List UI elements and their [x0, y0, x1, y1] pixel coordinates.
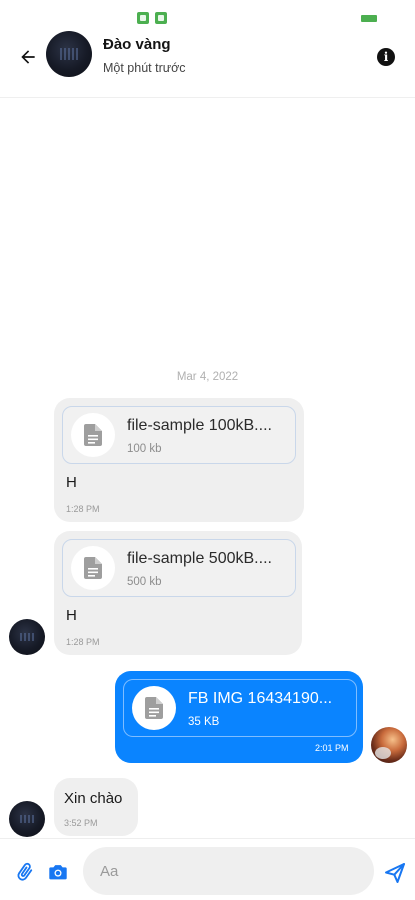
- send-button[interactable]: [383, 861, 407, 885]
- message-time: 1:28 PM: [66, 504, 100, 514]
- file-attachment[interactable]: file-sample 100kB.... 100 kb: [62, 406, 296, 464]
- message-text: H: [66, 474, 77, 491]
- file-icon-circle: [132, 686, 176, 730]
- file-icon-circle: [71, 413, 115, 457]
- contact-avatar-small[interactable]: [9, 801, 45, 837]
- battery-icon: [361, 15, 377, 22]
- user-avatar[interactable]: [371, 727, 407, 763]
- file-attachment[interactable]: FB IMG 16434190... 35 KB: [123, 679, 357, 737]
- contact-name[interactable]: Đào vàng: [103, 36, 171, 53]
- message-text: H: [66, 607, 77, 624]
- document-icon: [84, 424, 102, 446]
- arrow-left-icon: [21, 50, 35, 64]
- message-text: Xin chào: [64, 790, 123, 807]
- file-size: 500 kb: [127, 576, 162, 588]
- info-icon: i: [383, 50, 389, 64]
- contact-avatar-small[interactable]: [9, 619, 45, 655]
- info-button[interactable]: i: [377, 48, 395, 66]
- paperclip-icon: [17, 862, 33, 881]
- document-icon: [145, 697, 163, 719]
- message-time: 3:52 PM: [64, 818, 98, 828]
- message-bubble-incoming: file-sample 100kB.... 100 kb H 1:28 PM: [54, 398, 304, 522]
- message-input[interactable]: [83, 847, 374, 895]
- message-time: 1:28 PM: [66, 637, 100, 647]
- camera-button[interactable]: [47, 861, 69, 883]
- file-attachment[interactable]: file-sample 500kB.... 500 kb: [62, 539, 296, 597]
- message-time: 2:01 PM: [315, 743, 349, 753]
- file-size: 35 KB: [188, 716, 220, 728]
- back-button[interactable]: [16, 45, 40, 69]
- camera-icon: [49, 865, 67, 880]
- status-bar: [0, 0, 415, 28]
- message-bubble-incoming: Xin chào 3:52 PM: [54, 778, 138, 836]
- file-name: file-sample 500kB....: [127, 550, 272, 567]
- send-icon: [385, 863, 405, 883]
- file-name: file-sample 100kB....: [127, 417, 272, 434]
- attach-button[interactable]: [14, 861, 36, 883]
- last-seen-status: Một phút trước: [103, 61, 186, 75]
- file-icon-circle: [71, 546, 115, 590]
- notification-icon: [137, 12, 149, 24]
- notification-icon: [155, 12, 167, 24]
- message-bubble-incoming: file-sample 500kB.... 500 kb H 1:28 PM: [54, 531, 302, 655]
- message-composer: [0, 838, 415, 900]
- file-size: 100 kb: [127, 443, 162, 455]
- contact-avatar[interactable]: [46, 31, 92, 77]
- chat-header: Đào vàng Một phút trước i: [0, 28, 415, 98]
- file-name: FB IMG 16434190...: [188, 690, 333, 707]
- message-bubble-outgoing: FB IMG 16434190... 35 KB 2:01 PM: [115, 671, 363, 763]
- document-icon: [84, 557, 102, 579]
- date-separator: Mar 4, 2022: [176, 371, 239, 383]
